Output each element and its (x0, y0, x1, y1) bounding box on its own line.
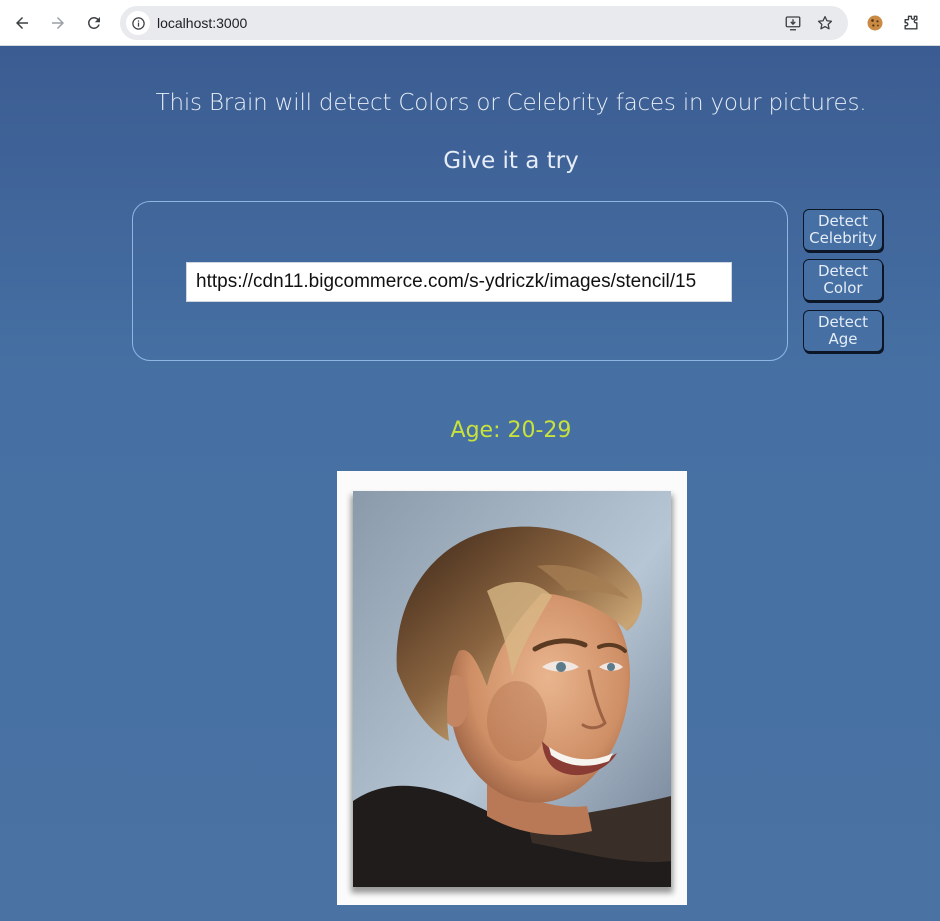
detect-age-button[interactable]: Detect Age (803, 310, 883, 352)
detect-color-label-line1: Detect (817, 262, 869, 280)
bookmark-button[interactable] (814, 12, 836, 34)
image-url-input[interactable] (186, 262, 732, 302)
cookie-extension-button[interactable] (863, 11, 887, 35)
puzzle-icon (904, 15, 918, 30)
detect-age-label-line2: Age (828, 330, 858, 348)
back-button[interactable] (10, 11, 34, 35)
page-headline: This Brain will detect Colors or Celebri… (155, 90, 867, 116)
install-app-icon (785, 16, 801, 31)
install-app-button[interactable] (782, 12, 804, 34)
info-icon (131, 16, 145, 30)
uploaded-photo (337, 471, 687, 905)
portrait-photo-illustration (351, 491, 673, 893)
detect-celebrity-label-line1: Detect (817, 212, 869, 230)
forward-button[interactable] (46, 11, 70, 35)
back-arrow-icon (16, 17, 28, 29)
detect-celebrity-button[interactable]: Detect Celebrity (803, 209, 883, 251)
detect-color-label-line2: Color (823, 279, 863, 297)
star-icon (817, 15, 833, 30)
address-bar-url[interactable]: localhost:3000 (157, 13, 247, 33)
browser-toolbar: localhost:3000 (0, 0, 940, 46)
detect-age-label-line1: Detect (817, 313, 869, 331)
detect-color-button[interactable]: Detect Color (803, 259, 883, 301)
forward-arrow-icon (52, 17, 64, 29)
cookie-icon (867, 15, 883, 31)
page-content: This Brain will detect Colors or Celebri… (0, 46, 940, 921)
page-subheading: Give it a try (443, 148, 579, 174)
detect-celebrity-label-line2: Celebrity (809, 229, 877, 247)
reload-icon (87, 16, 100, 29)
detection-result: Age: 20-29 (450, 418, 572, 443)
reload-button[interactable] (82, 11, 106, 35)
site-info-button[interactable] (126, 11, 150, 35)
extensions-button[interactable] (899, 11, 923, 35)
